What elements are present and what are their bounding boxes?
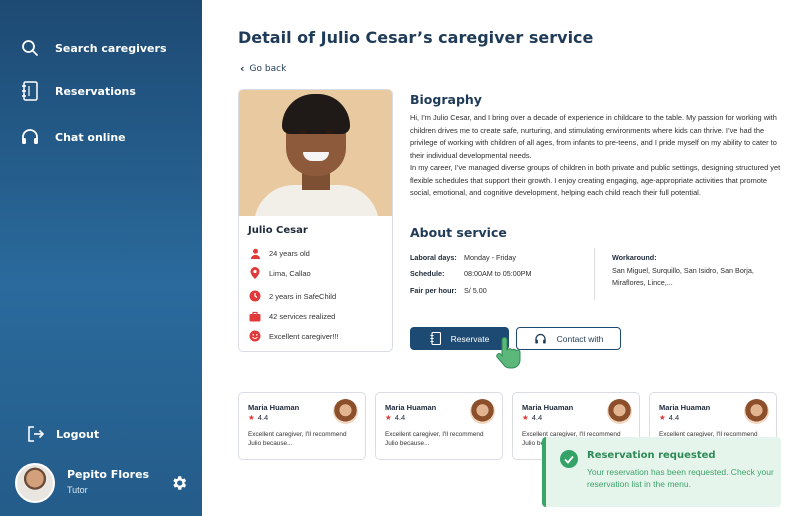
logout-label: Logout bbox=[56, 427, 100, 441]
contact-with-label: Contact with bbox=[556, 333, 604, 344]
star-icon: ★ bbox=[385, 413, 392, 422]
biography-paragraph: In my career, I’ve managed diverse group… bbox=[410, 163, 781, 197]
reservate-label: Reservate bbox=[450, 333, 490, 344]
briefcase-icon bbox=[249, 310, 261, 322]
notebook-icon bbox=[20, 81, 40, 101]
location-pin-icon bbox=[249, 267, 261, 279]
location-info: Lima, Callao bbox=[249, 267, 311, 279]
sidebar-item-label: Reservations bbox=[55, 84, 136, 98]
experience-text: 2 years in SafeChild bbox=[269, 291, 337, 301]
schedule-label: Schedule: bbox=[410, 269, 445, 278]
laboral-days-label: Laboral days: bbox=[410, 253, 457, 262]
age-info: 24 years old bbox=[249, 247, 310, 259]
caregiver-profile-card: Julio Cesar 24 years old Lima, Callao 2 … bbox=[238, 89, 393, 352]
workaround-value: San Miguel, Surquillo, San Isidro, San B… bbox=[612, 266, 754, 287]
reviewer-name: Maria Huaman bbox=[248, 403, 300, 412]
biography-title: Biography bbox=[410, 92, 482, 107]
hand-cursor-icon bbox=[492, 336, 526, 370]
divider bbox=[594, 248, 595, 300]
workaround-label: Workaround: bbox=[612, 253, 657, 262]
search-icon bbox=[20, 38, 40, 58]
reviewer-name: Maria Huaman bbox=[659, 403, 711, 412]
headset-icon bbox=[20, 127, 40, 147]
location-text: Lima, Callao bbox=[269, 268, 311, 278]
review-text: Excellent caregiver, I'll recommend Juli… bbox=[385, 431, 484, 447]
main-content: Detail of Julio Cesar’s caregiver servic… bbox=[202, 0, 805, 516]
go-back-link[interactable]: ‹ Go back bbox=[240, 62, 286, 75]
fare-label: Fair per hour: bbox=[410, 286, 457, 295]
age-text: 24 years old bbox=[269, 248, 310, 258]
caregiver-photo bbox=[239, 90, 392, 216]
avatar bbox=[15, 463, 55, 503]
sidebar-item-reservations[interactable]: Reservations bbox=[20, 81, 136, 101]
review-rating: ★ 4.4 bbox=[659, 413, 679, 422]
logout-button[interactable]: Logout bbox=[26, 424, 99, 444]
user-name: Pepito Flores bbox=[67, 468, 150, 481]
reviewer-name: Maria Huaman bbox=[522, 403, 574, 412]
check-icon bbox=[560, 450, 578, 468]
schedule-value: 08:00AM to 05:00PM bbox=[464, 269, 532, 278]
rating-value: 4.4 bbox=[257, 413, 269, 422]
star-icon: ★ bbox=[522, 413, 529, 422]
rating-info: Excellent caregiver!!! bbox=[249, 330, 339, 342]
sidebar: Search caregivers Reservations Chat onli… bbox=[0, 0, 202, 516]
sidebar-item-label: Search caregivers bbox=[55, 41, 167, 55]
biography-paragraph: Hi, I’m Julio Cesar, and I bring over a … bbox=[410, 113, 777, 160]
review-card: Maria Huaman ★ 4.4 Excellent caregiver, I… bbox=[238, 392, 366, 460]
contact-with-button[interactable]: Contact with bbox=[516, 327, 621, 350]
go-back-label: Go back bbox=[249, 63, 287, 74]
laboral-days-value: Monday - Friday bbox=[464, 253, 516, 262]
review-rating: ★ 4.4 bbox=[248, 413, 268, 422]
user-profile: Pepito Flores Tutor bbox=[15, 463, 190, 505]
reviewer-name: Maria Huaman bbox=[385, 403, 437, 412]
sidebar-item-search-caregivers[interactable]: Search caregivers bbox=[20, 38, 167, 58]
notebook-icon bbox=[430, 332, 441, 345]
logout-icon bbox=[26, 424, 46, 444]
services-info: 42 services realized bbox=[249, 310, 335, 322]
toast-title: Reservation requested bbox=[587, 450, 716, 461]
experience-info: 2 years in SafeChild bbox=[249, 290, 336, 302]
page-title: Detail of Julio Cesar’s caregiver servic… bbox=[238, 28, 594, 47]
headset-icon bbox=[534, 333, 547, 345]
review-text: Excellent caregiver, I'll recommend Juli… bbox=[248, 431, 347, 447]
toast-message: Your reservation has been requested. Che… bbox=[587, 467, 774, 489]
rating-value: 4.4 bbox=[394, 413, 406, 422]
user-role: Tutor bbox=[67, 485, 88, 495]
star-icon: ★ bbox=[659, 413, 666, 422]
reviewer-avatar bbox=[470, 399, 495, 424]
chevron-left-icon: ‹ bbox=[240, 62, 245, 75]
reservation-toast[interactable]: Reservation requested Your reservation h… bbox=[542, 437, 781, 507]
services-text: 42 services realized bbox=[269, 311, 336, 321]
star-icon: ★ bbox=[248, 413, 255, 422]
reviewer-avatar bbox=[607, 399, 632, 424]
person-icon bbox=[249, 247, 261, 259]
sidebar-item-chat-online[interactable]: Chat online bbox=[20, 127, 126, 147]
gear-icon[interactable] bbox=[170, 474, 190, 494]
biography-text: Hi, I’m Julio Cesar, and I bring over a … bbox=[410, 112, 782, 200]
reviewer-avatar bbox=[333, 399, 358, 424]
reviewer-avatar bbox=[744, 399, 769, 424]
fare-value: S/ 5.00 bbox=[464, 286, 487, 295]
caregiver-name: Julio Cesar bbox=[248, 225, 308, 236]
review-rating: ★ 4.4 bbox=[385, 413, 405, 422]
about-service-title: About service bbox=[410, 225, 507, 240]
rating-value: 4.4 bbox=[531, 413, 543, 422]
review-rating: ★ 4.4 bbox=[522, 413, 542, 422]
rating-value: 4.4 bbox=[668, 413, 680, 422]
clock-icon bbox=[249, 290, 261, 302]
rating-text: Excellent caregiver!!! bbox=[269, 331, 339, 341]
review-card: Maria Huaman ★ 4.4 Excellent caregiver, I… bbox=[375, 392, 503, 460]
smiley-icon bbox=[249, 330, 261, 342]
sidebar-item-label: Chat online bbox=[55, 130, 126, 144]
